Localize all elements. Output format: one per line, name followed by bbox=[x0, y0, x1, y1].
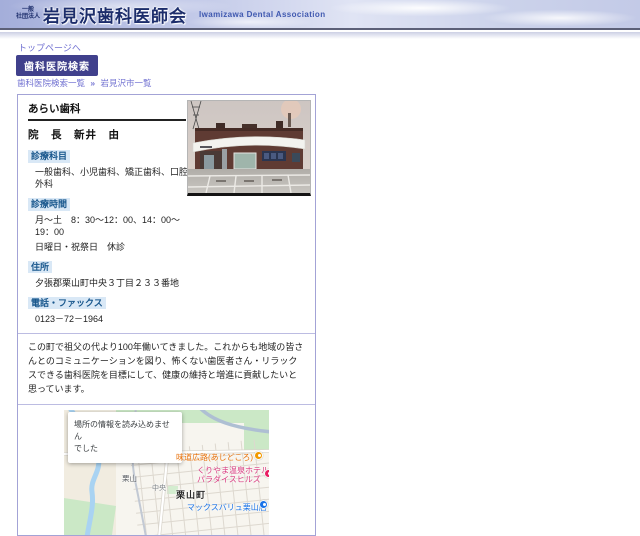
breadcrumb-separator: » bbox=[90, 78, 96, 88]
map-canvas[interactable]: 場所の情報を読み込めません でした 味道広路(あじどころ) くりやま温泉ホテル … bbox=[64, 409, 269, 535]
map-label-station: 栗山 bbox=[122, 473, 137, 483]
map-label-restaurant: 味道広路(あじどころ) bbox=[176, 452, 254, 462]
field-label-specialties: 診療科目 bbox=[28, 150, 71, 163]
header-fade-strip bbox=[0, 32, 640, 39]
clinic-photo-graphic bbox=[188, 101, 310, 193]
clinic-description: この町で祖父の代より100年働いてきました。これからも地域の皆さんとのコミュニケ… bbox=[28, 341, 304, 394]
map-label-town: 栗山町 bbox=[176, 489, 207, 500]
field-value-address: 夕張郡栗山町中央３丁目２３３番地 bbox=[35, 277, 180, 288]
site-header-banner: 一般 社団法人 岩見沢歯科医師会 Iwamizawa Dental Associ… bbox=[0, 0, 640, 30]
hotel-poi-icon bbox=[264, 468, 269, 478]
field-label-hours: 診療時間 bbox=[28, 198, 71, 211]
field-value-phone: 0123－72－1964 bbox=[35, 313, 104, 324]
site-title: 岩見沢歯科医師会 bbox=[43, 6, 188, 26]
field-label-address: 住所 bbox=[28, 260, 53, 274]
map-label-district: 中央 bbox=[152, 484, 166, 492]
map-error-line1: 場所の情報を読み込めません bbox=[74, 419, 170, 441]
field-specialties: 診療科目 一般歯科、小児歯科、矯正歯科、口腔外科 bbox=[28, 146, 190, 190]
map-error-popup: 場所の情報を読み込めません でした bbox=[68, 411, 182, 463]
director-label: 院 長 bbox=[28, 129, 63, 141]
site-title-english: Iwamizawa Dental Association bbox=[199, 9, 326, 19]
breadcrumb-link-city-list[interactable]: 岩見沢市一覧 bbox=[101, 78, 152, 88]
clinic-card: あらい歯科 院 長 新井 由 診療科目 一般歯科、小児歯科、矯正歯科、口腔外科 … bbox=[17, 94, 316, 536]
field-label-phone: 電話・ファックス bbox=[28, 296, 106, 310]
clinic-photo bbox=[187, 100, 311, 196]
field-value-specialties: 一般歯科、小児歯科、矯正歯科、口腔外科 bbox=[35, 167, 189, 190]
top-page-link[interactable]: トップページへ bbox=[18, 41, 81, 54]
store-poi-icon bbox=[259, 499, 268, 509]
clinic-description-section: この町で祖父の代より100年働いてきました。これからも地域の皆さんとのコミュニケ… bbox=[18, 334, 315, 404]
map-label-hotel: くりやま温泉ホテル パラダイスヒルズ bbox=[197, 465, 269, 484]
field-value-hours-holiday: 日曜日・祝祭日 休診 bbox=[35, 241, 126, 252]
field-address: 住所 夕張郡栗山町中央３丁目２３３番地 bbox=[28, 257, 190, 289]
clinic-name: あらい歯科 bbox=[28, 101, 186, 121]
restaurant-poi-icon bbox=[254, 450, 263, 460]
org-type-label: 一般 社団法人 bbox=[16, 7, 41, 20]
field-phone: 電話・ファックス 0123－72－1964 bbox=[28, 293, 190, 325]
director-name: 新井 由 bbox=[74, 129, 120, 141]
field-hours: 診療時間 月～土 8：30～12：00、14：00～19：00 日曜日・祝祭日 … bbox=[28, 194, 190, 252]
page-title: 歯科医院検索 bbox=[16, 55, 98, 76]
clinic-info-section: あらい歯科 院 長 新井 由 診療科目 一般歯科、小児歯科、矯正歯科、口腔外科 … bbox=[18, 95, 315, 333]
map-error-line2: でした bbox=[74, 443, 98, 453]
breadcrumb-link-search-list[interactable]: 歯科医院検索一覧 bbox=[17, 78, 85, 88]
clinic-map-section: 場所の情報を読み込めません でした 味道広路(あじどころ) くりやま温泉ホテル … bbox=[18, 405, 315, 535]
breadcrumb: 歯科医院検索一覧 » 岩見沢市一覧 bbox=[17, 77, 152, 89]
map-label-store: マックスバリュ栗山店 bbox=[187, 502, 267, 512]
field-value-hours-weekday: 月～土 8：30～12：00、14：00～19：00 bbox=[35, 215, 181, 238]
